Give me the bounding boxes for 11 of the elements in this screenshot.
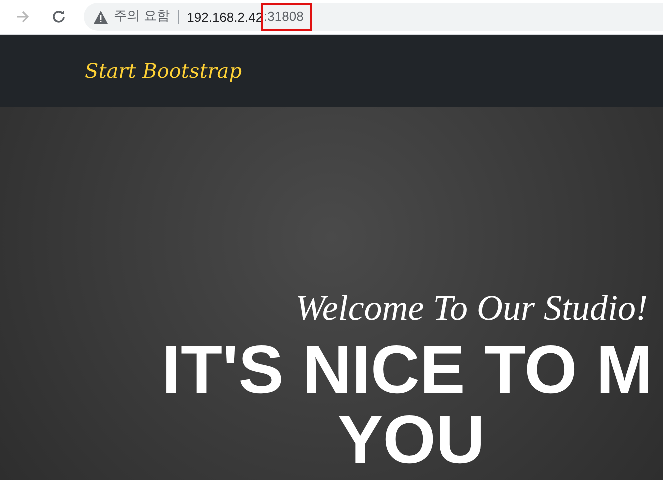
address-port: :31808 [261, 3, 312, 31]
hero-subheading: Welcome To Our Studio! [296, 287, 649, 329]
reload-icon [51, 9, 67, 25]
address-host: 192.168.2.42 [186, 10, 264, 24]
security-label: 주의 요함 [114, 10, 180, 24]
hero-heading: IT'S NICE TO M [162, 335, 653, 405]
forward-arrow-icon [15, 9, 31, 25]
address-bar[interactable]: 주의 요함 192.168.2.42:31808 [84, 3, 663, 31]
warning-icon [94, 10, 108, 24]
hero-heading: YOU [338, 405, 486, 475]
brand-link[interactable]: Start Bootstrap [85, 59, 242, 83]
